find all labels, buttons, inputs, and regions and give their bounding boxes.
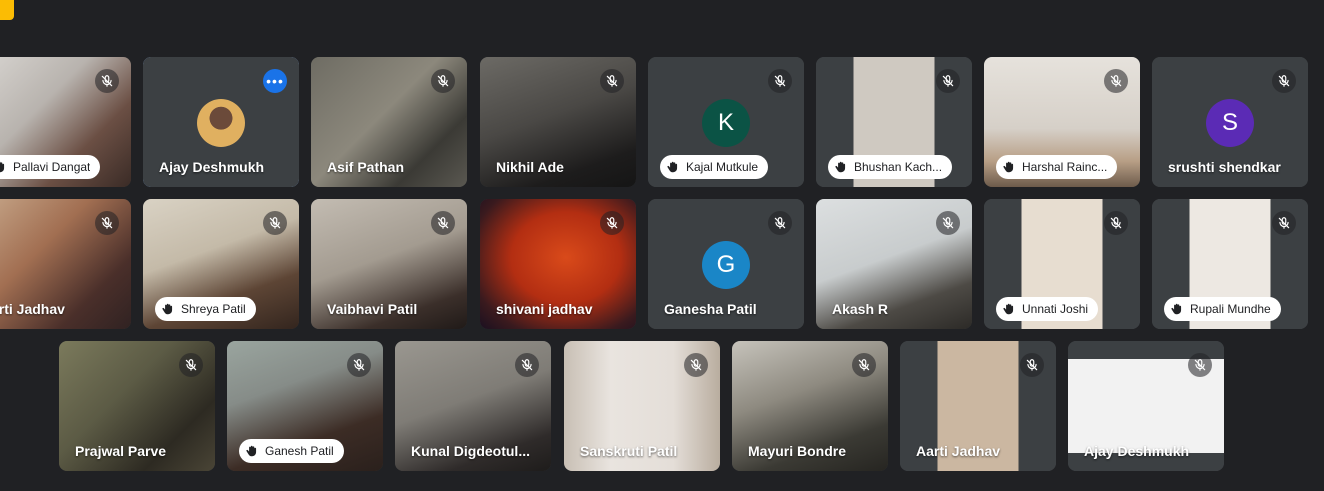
participant-tile[interactable]: Rupali Mundhe: [1152, 199, 1308, 329]
participant-tile[interactable]: K Kajal Mutkule: [648, 57, 804, 187]
participant-name: shivani jadhav: [496, 301, 593, 317]
name-pill: Shreya Patil: [155, 297, 256, 321]
participant-tile[interactable]: Ajay Deshmukh: [1068, 341, 1224, 471]
name-pill: Pallavi Dangat: [0, 155, 101, 179]
participant-name: Harshal Rainc...: [1022, 160, 1108, 174]
activity-badge: [0, 0, 14, 20]
participant-tile[interactable]: Prajwal Parve: [59, 341, 215, 471]
participant-tile[interactable]: arti Jadhav: [0, 199, 131, 329]
participant-tile[interactable]: Unnati Joshi: [984, 199, 1140, 329]
participant-tile[interactable]: Aarti Jadhav: [900, 341, 1056, 471]
participant-avatar: S: [1206, 99, 1254, 147]
mic-off-icon: [684, 353, 708, 377]
participant-name: Prajwal Parve: [75, 443, 167, 459]
mic-off-icon: [600, 211, 624, 235]
mic-off-icon: [600, 69, 624, 93]
name-pill: Kajal Mutkule: [660, 155, 769, 179]
participant-name: Kunal Digdeotul...: [411, 443, 530, 459]
mic-off-icon: [852, 353, 876, 377]
name-pill: Harshal Rainc...: [996, 155, 1118, 179]
name-pill: Unnati Joshi: [996, 297, 1099, 321]
participant-name: Akash R: [832, 301, 889, 317]
mic-off-icon: [1272, 69, 1296, 93]
mic-off-icon: [1104, 211, 1128, 235]
mic-off-icon: [347, 353, 371, 377]
participant-name: Ajay Deshmukh: [1084, 443, 1190, 459]
mic-off-icon: [768, 69, 792, 93]
participant-name: Vaibhavi Patil: [327, 301, 418, 317]
participant-name: Nikhil Ade: [496, 159, 564, 175]
mic-off-icon: [1272, 211, 1296, 235]
raise-hand-icon: [0, 161, 5, 173]
participant-tile[interactable]: Pallavi Dangat: [0, 57, 131, 187]
participant-name: Unnati Joshi: [1022, 302, 1089, 316]
participant-name: Pallavi Dangat: [13, 160, 91, 174]
participant-tile[interactable]: Harshal Rainc...: [984, 57, 1140, 187]
raise-hand-icon: [246, 445, 257, 457]
participant-avatar: [197, 99, 245, 147]
raise-hand-icon: [667, 161, 678, 173]
participant-name: Ganesha Patil: [664, 301, 757, 317]
participant-name: Bhushan Kach...: [854, 160, 943, 174]
mic-off-icon: [1104, 69, 1128, 93]
mic-off-icon: [263, 211, 287, 235]
participant-tile[interactable]: Akash R: [816, 199, 972, 329]
name-pill: Bhushan Kach...: [828, 155, 953, 179]
participant-tile[interactable]: shivani jadhav: [480, 199, 636, 329]
participant-name: Sanskruti Patil: [580, 443, 678, 459]
participant-avatar: G: [702, 241, 750, 289]
participant-tile[interactable]: ••• Ajay Deshmukh: [143, 57, 299, 187]
participant-tile[interactable]: Shreya Patil: [143, 199, 299, 329]
raise-hand-icon: [1003, 303, 1014, 315]
participant-tile[interactable]: Nikhil Ade: [480, 57, 636, 187]
participant-tile[interactable]: Sanskruti Patil: [564, 341, 720, 471]
mic-off-icon: [768, 211, 792, 235]
participant-tile[interactable]: Mayuri Bondre: [732, 341, 888, 471]
raise-hand-icon: [162, 303, 173, 315]
participant-tile[interactable]: Ssrushti shendkar: [1152, 57, 1308, 187]
participant-avatar: K: [702, 99, 750, 147]
mic-off-icon: [179, 353, 203, 377]
mic-off-icon: [1020, 353, 1044, 377]
more-options-icon[interactable]: •••: [263, 69, 287, 93]
participant-name: Shreya Patil: [181, 302, 246, 316]
mic-off-icon: [936, 211, 960, 235]
participant-name: Kajal Mutkule: [686, 160, 759, 174]
participant-tile[interactable]: G Ganesha Patil: [648, 199, 804, 329]
participant-tile[interactable]: Asif Pathan: [311, 57, 467, 187]
name-pill: Ganesh Patil: [239, 439, 344, 463]
participant-name: Ajay Deshmukh: [159, 159, 265, 175]
mic-off-icon: [95, 211, 119, 235]
mic-off-icon: [1188, 353, 1212, 377]
raise-hand-icon: [1003, 161, 1014, 173]
raise-hand-icon: [835, 161, 846, 173]
participant-tile[interactable]: Bhushan Kach...: [816, 57, 972, 187]
mic-off-icon: [515, 353, 539, 377]
mic-off-icon: [936, 69, 960, 93]
participant-name: arti Jadhav: [0, 301, 65, 317]
participant-name: Aarti Jadhav: [916, 443, 1001, 459]
mic-off-icon: [431, 211, 455, 235]
mic-off-icon: [431, 69, 455, 93]
participant-name: Mayuri Bondre: [748, 443, 847, 459]
name-pill: Rupali Mundhe: [1164, 297, 1281, 321]
participant-name: Rupali Mundhe: [1190, 302, 1271, 316]
participant-tile[interactable]: Ganesh Patil: [227, 341, 383, 471]
participant-tile[interactable]: Vaibhavi Patil: [311, 199, 467, 329]
raise-hand-icon: [1171, 303, 1182, 315]
mic-off-icon: [95, 69, 119, 93]
participant-name: Ganesh Patil: [265, 444, 334, 458]
participant-name: Asif Pathan: [327, 159, 405, 175]
participant-tile[interactable]: Kunal Digdeotul...: [395, 341, 551, 471]
participant-name: srushti shendkar: [1168, 159, 1281, 175]
